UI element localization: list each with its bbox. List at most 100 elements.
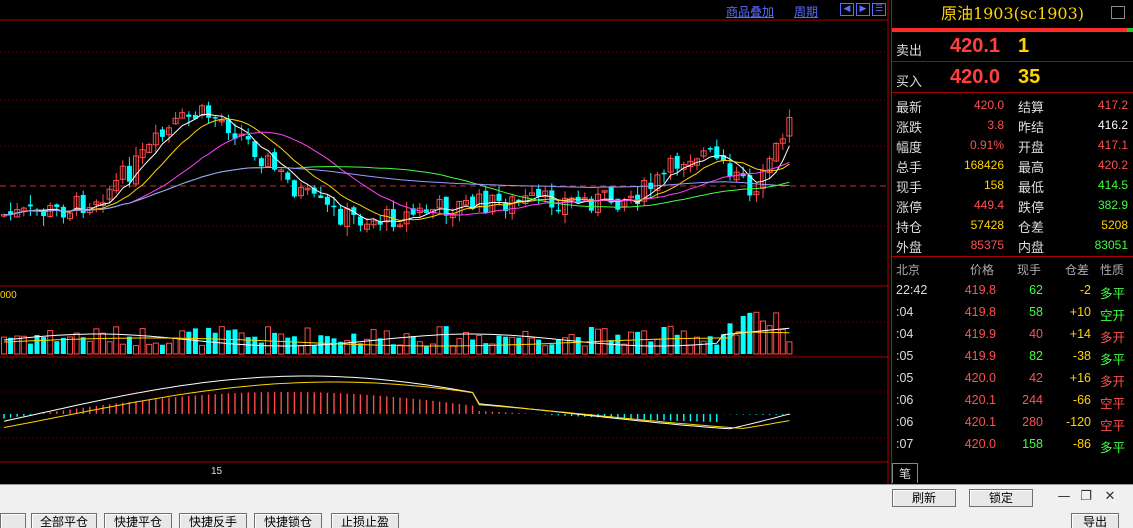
- quick-reverse-button[interactable]: 快捷反手: [179, 513, 247, 528]
- tick-nature: 多平: [1100, 352, 1126, 367]
- volume-bar: [192, 328, 198, 354]
- stat-label: 现手: [896, 181, 923, 196]
- volume-bar: [397, 344, 403, 355]
- tick-time: :04: [896, 327, 914, 341]
- volume-bar: [304, 327, 311, 355]
- volume-bar: [106, 341, 113, 355]
- volume-bar: [588, 327, 594, 354]
- volume-bar: [536, 339, 542, 354]
- tick-row[interactable]: :05 419.9 82 -38 多平: [892, 345, 1133, 367]
- volume-bar: [311, 345, 317, 354]
- volume-bar: [126, 336, 132, 354]
- candle-down: [483, 190, 489, 214]
- volume-bar: [661, 327, 667, 354]
- refresh-button[interactable]: 刷新: [892, 489, 956, 507]
- ma5-line: [3, 113, 790, 223]
- tick-tab[interactable]: 笔: [892, 463, 918, 483]
- scroll-right-icon[interactable]: ▶: [856, 3, 870, 16]
- tick-row[interactable]: :04 419.8 58 +10 空开: [892, 301, 1133, 323]
- close-all-button[interactable]: 全部平仓: [31, 513, 97, 528]
- volume-ma-line: [3, 327, 790, 347]
- lock-button[interactable]: 锁定: [969, 489, 1033, 507]
- minimize-icon[interactable]: —: [1056, 490, 1072, 504]
- volume-bar: [272, 332, 278, 354]
- volume-bar: [152, 342, 159, 355]
- tick-time: :04: [896, 305, 914, 319]
- left-edge-button[interactable]: [0, 513, 26, 528]
- scroll-left-icon[interactable]: ◀: [840, 3, 854, 16]
- stop-loss-button[interactable]: 止损止盈: [331, 513, 399, 528]
- stat-value: 420.2: [1097, 158, 1128, 172]
- tick-time: :06: [896, 415, 914, 429]
- quick-lock-button[interactable]: 快捷锁仓: [254, 513, 322, 528]
- export-button[interactable]: 导出: [1071, 513, 1119, 528]
- bid-price: 420.0: [950, 66, 1001, 88]
- tick-nature: 空平: [1100, 396, 1126, 411]
- tick-row[interactable]: :04 419.9 40 +14 多开: [892, 323, 1133, 345]
- tick-oi-change: +16: [1069, 371, 1091, 385]
- volume-bar: [199, 344, 205, 355]
- kline-chart-panel[interactable]: 商品叠加 周期 ◀ ▶ ☰ 000 15: [0, 0, 890, 484]
- volume-bar: [278, 333, 285, 355]
- window-icon[interactable]: [1111, 6, 1125, 19]
- restore-icon[interactable]: ❐: [1078, 490, 1094, 504]
- ask-volume: 1: [1018, 35, 1030, 57]
- volume-bar: [54, 341, 60, 354]
- date-axis-label: 15: [211, 466, 223, 477]
- tick-row[interactable]: :07 420.0 158 -86 多平: [892, 433, 1133, 455]
- period-link[interactable]: 周期: [794, 3, 818, 20]
- tick-row[interactable]: :06 420.1 280 -120 空平: [892, 411, 1133, 433]
- volume-bar: [568, 334, 575, 355]
- stat-value: 83051: [1094, 238, 1128, 252]
- stats-row: 外盘 85375 内盘 83051: [892, 235, 1133, 256]
- kline-chart-svg[interactable]: [0, 0, 890, 484]
- volume-bar: [100, 332, 106, 355]
- volume-bar: [225, 330, 231, 354]
- volume-bar: [80, 337, 86, 354]
- tick-time: 22:42: [896, 283, 928, 297]
- menu-icon[interactable]: ☰: [872, 3, 886, 16]
- volume-bar: [60, 337, 66, 354]
- tick-header-chg: 仓差: [1065, 263, 1090, 277]
- volume-bar: [753, 311, 760, 355]
- ask-label: 卖出: [896, 44, 923, 59]
- volume-bar: [542, 345, 549, 355]
- tick-volume: 280: [1022, 415, 1043, 429]
- stat-label: 仓差: [1018, 221, 1045, 236]
- tick-list: 北京 价格 现手 仓差 性质 22:42 419.8 62 -2 多平:04 419.8 5…: [892, 256, 1133, 455]
- close-icon[interactable]: ✕: [1102, 490, 1118, 504]
- candle-down: [357, 216, 363, 226]
- candle-down: [186, 114, 192, 117]
- volume-bar: [747, 312, 753, 354]
- tick-row[interactable]: :05 420.0 42 +16 多开: [892, 367, 1133, 389]
- volume-bar: [522, 330, 529, 355]
- stat-label: 开盘: [1018, 141, 1045, 156]
- volume-bar: [423, 345, 429, 354]
- volume-bar: [291, 336, 297, 354]
- tick-price: 420.0: [964, 371, 996, 385]
- quick-close-button[interactable]: 快捷平仓: [104, 513, 172, 528]
- volume-bar: [331, 338, 337, 354]
- ma60-line: [3, 165, 790, 216]
- volume-bar: [113, 326, 120, 355]
- candle-down: [258, 158, 264, 167]
- volume-bar: [449, 345, 456, 355]
- volume-bar: [740, 315, 746, 354]
- stat-value: 420.0: [973, 98, 1004, 112]
- bid-volume: 35: [1018, 66, 1041, 88]
- tick-price: 420.1: [964, 415, 996, 429]
- volume-bar: [641, 330, 648, 355]
- tick-row[interactable]: :06 420.1 244 -66 空平: [892, 389, 1133, 411]
- candle-down: [555, 209, 561, 212]
- volume-bar: [206, 327, 212, 354]
- candle-down: [54, 204, 60, 208]
- stat-label: 幅度: [896, 141, 923, 156]
- tick-volume: 82: [1029, 349, 1043, 363]
- stat-label: 外盘: [896, 241, 923, 256]
- volume-bar: [555, 339, 561, 354]
- tick-header-nature: 性质: [1100, 263, 1125, 277]
- volume-bar: [733, 334, 740, 355]
- stat-label: 最新: [896, 101, 923, 116]
- tick-row[interactable]: 22:42 419.8 62 -2 多平: [892, 279, 1133, 301]
- overlay-link[interactable]: 商品叠加: [726, 3, 774, 20]
